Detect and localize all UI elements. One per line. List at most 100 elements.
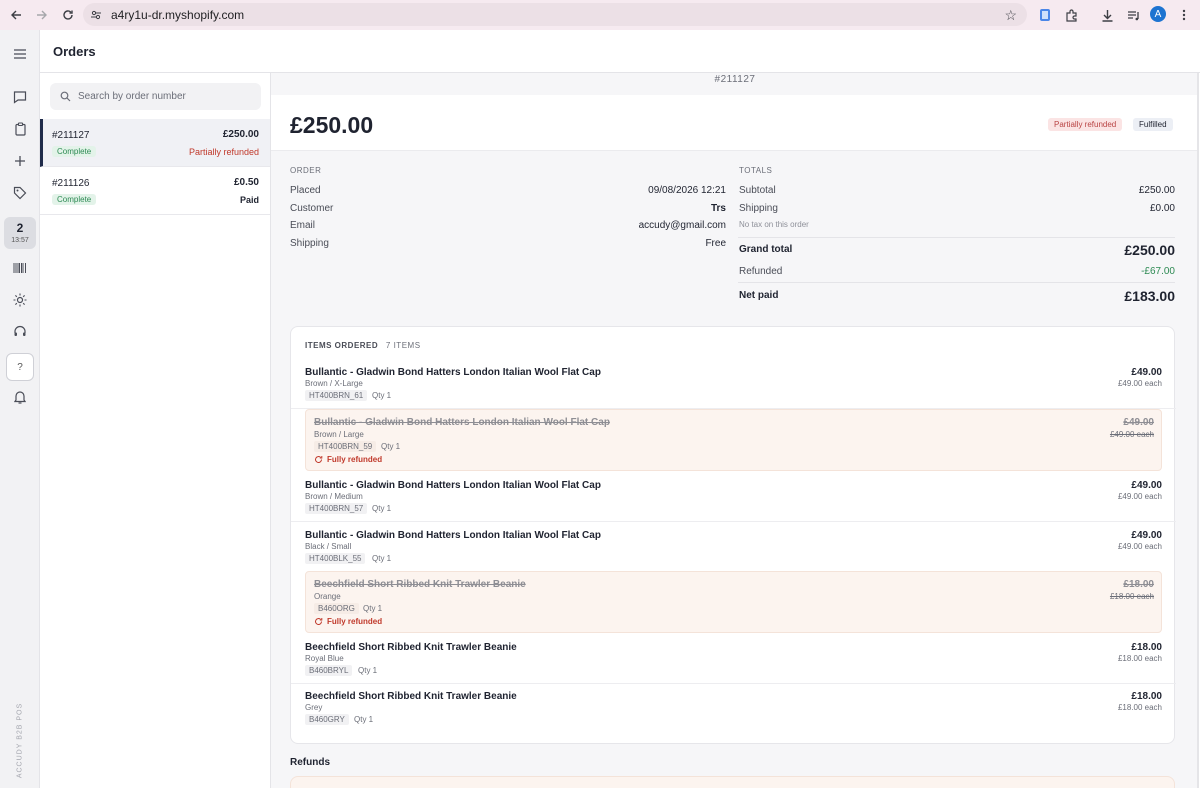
line-item[interactable]: Beechfield Short Ribbed Knit Trawler Bea… xyxy=(291,687,1176,733)
order-detail-panel[interactable]: #211127 £250.00 Partially refunded Fulfi… xyxy=(271,73,1199,788)
order-amount: £0.50 xyxy=(233,177,259,188)
order-summary-header: £250.00 Partially refunded Fulfilled xyxy=(271,95,1199,151)
item-unit-price: £49.00 each xyxy=(1117,492,1162,501)
page-header: Orders xyxy=(40,30,1200,73)
email-label: Email xyxy=(290,220,316,231)
totals-divider xyxy=(738,237,1175,238)
search-input[interactable] xyxy=(78,91,258,102)
refund-status-badge: Partially refunded xyxy=(1048,118,1123,131)
line-item[interactable]: Bullantic - Gladwin Bond Hatters London … xyxy=(291,526,1176,572)
order-number: #211126 xyxy=(52,178,90,189)
payment-status: Partially refunded xyxy=(188,147,259,157)
item-name: Bullantic - Gladwin Bond Hatters London … xyxy=(305,480,601,491)
order-number: #211127 xyxy=(52,130,90,141)
bell-icon[interactable] xyxy=(8,385,32,409)
customer-value: Trs xyxy=(710,203,726,214)
refunds-card xyxy=(290,776,1175,788)
payment-status: Paid xyxy=(239,195,259,205)
order-status-badge: Complete xyxy=(52,194,97,205)
item-name: Beechfield Short Ribbed Knit Trawler Bea… xyxy=(305,642,517,653)
item-price: £18.00 xyxy=(1131,642,1162,653)
refunded-value: -£67.00 xyxy=(1141,266,1175,277)
item-price: £18.00 xyxy=(1123,579,1154,590)
back-arrow-icon[interactable] xyxy=(5,4,27,26)
refunded-line-item[interactable]: Beechfield Short Ribbed Knit Trawler Bea… xyxy=(305,571,1162,633)
extension-icon[interactable] xyxy=(1034,4,1056,26)
line-item[interactable]: Bullantic - Gladwin Bond Hatters London … xyxy=(291,476,1176,522)
item-unit-price: £49.00 each xyxy=(1117,379,1162,388)
shipping-value: Free xyxy=(705,238,726,249)
item-sku: B460ORG xyxy=(314,603,359,614)
refund-icon xyxy=(315,456,323,463)
media-controls-icon[interactable] xyxy=(1122,4,1144,26)
download-icon[interactable] xyxy=(1096,4,1118,26)
refunded-line-item[interactable]: Bullantic - Gladwin Bond Hatters London … xyxy=(305,409,1162,471)
page-title: Orders xyxy=(53,44,96,59)
item-price: £49.00 xyxy=(1131,480,1162,491)
order-row[interactable]: #211126 £0.50 Complete Paid xyxy=(40,167,270,215)
items-ordered-title: ITEMS ORDERED 7 ITEMS xyxy=(305,341,421,350)
side-rail: 2 13:57 ? ACCUDY B2B POS xyxy=(0,30,40,788)
placed-value: 09/08/2026 12:21 xyxy=(648,185,726,196)
reload-icon[interactable] xyxy=(57,4,79,26)
item-qty: Qty 1 xyxy=(372,554,392,563)
totals-divider xyxy=(738,282,1175,283)
headset-icon[interactable] xyxy=(8,320,32,344)
sun-icon[interactable] xyxy=(8,288,32,312)
item-unit-price: £18.00 each xyxy=(1117,703,1162,712)
item-name: Bullantic - Gladwin Bond Hatters London … xyxy=(314,417,610,428)
address-bar[interactable]: a4ry1u-dr.myshopify.com ☆ xyxy=(83,3,1027,26)
more-menu-icon[interactable] xyxy=(1173,4,1195,26)
tax-note: No tax on this order xyxy=(739,220,809,229)
totals-shipping-value: £0.00 xyxy=(1149,203,1175,214)
item-price: £18.00 xyxy=(1131,691,1162,702)
plus-icon[interactable] xyxy=(8,149,32,173)
open-orders-badge[interactable]: 2 13:57 xyxy=(4,217,36,249)
grand-total-value: £250.00 xyxy=(1124,242,1175,258)
profile-avatar[interactable]: A xyxy=(1150,6,1166,22)
forward-arrow-icon[interactable] xyxy=(31,4,53,26)
item-price: £49.00 xyxy=(1123,417,1154,428)
barcode-icon[interactable] xyxy=(8,256,32,280)
shipping-label: Shipping xyxy=(290,238,329,249)
browser-toolbar: a4ry1u-dr.myshopify.com ☆ A xyxy=(0,0,1200,30)
item-variant: Royal Blue xyxy=(305,654,344,663)
refund-icon xyxy=(315,618,323,625)
order-total: £250.00 xyxy=(290,112,374,138)
order-section-label: ORDER xyxy=(290,166,322,175)
item-qty: Qty 1 xyxy=(381,442,401,451)
item-variant: Black / Small xyxy=(305,542,352,551)
subtotal-label: Subtotal xyxy=(739,185,776,196)
email-value: accudy@gmail.com xyxy=(638,220,726,231)
totals-section-label: TOTALS xyxy=(739,166,773,175)
item-qty: Qty 1 xyxy=(358,666,378,675)
brand-vertical-label: ACCUDY B2B POS xyxy=(16,702,24,779)
item-qty: Qty 1 xyxy=(354,715,374,724)
item-unit-price: £49.00 each xyxy=(1117,542,1162,551)
app-root: 2 13:57 ? ACCUDY B2B POS Orders Search b… xyxy=(0,30,1200,788)
items-ordered-card: ITEMS ORDERED 7 ITEMS Bullantic - Gladwi… xyxy=(290,326,1176,744)
help-button[interactable]: ? xyxy=(6,353,34,381)
item-name: Beechfield Short Ribbed Knit Trawler Bea… xyxy=(314,579,526,590)
detail-scrollbar[interactable] xyxy=(1197,73,1199,788)
site-info-icon[interactable] xyxy=(89,8,103,22)
line-item[interactable]: Beechfield Short Ribbed Knit Trawler Bea… xyxy=(291,638,1176,684)
puzzle-extensions-icon[interactable] xyxy=(1060,4,1082,26)
order-row[interactable]: #211127 £250.00 Complete Partially refun… xyxy=(40,119,270,167)
item-variant: Brown / Medium xyxy=(305,492,363,501)
customer-label: Customer xyxy=(290,203,334,214)
url-text: a4ry1u-dr.myshopify.com xyxy=(111,7,245,22)
line-item[interactable]: Bullantic - Gladwin Bond Hatters London … xyxy=(291,363,1176,409)
order-search[interactable] xyxy=(50,83,261,110)
fully-refunded-label: Fully refunded xyxy=(314,455,382,464)
chat-icon[interactable] xyxy=(8,85,32,109)
item-qty: Qty 1 xyxy=(372,391,392,400)
bookmark-star-icon[interactable]: ☆ xyxy=(1004,7,1017,24)
hamburger-menu-icon[interactable] xyxy=(8,42,32,66)
clipboard-icon[interactable] xyxy=(8,117,32,141)
tag-icon[interactable] xyxy=(8,181,32,205)
fully-refunded-label: Fully refunded xyxy=(314,617,382,626)
badge-time: 13:57 xyxy=(11,237,29,244)
fulfillment-status-badge: Fulfilled xyxy=(1133,118,1173,131)
item-price: £49.00 xyxy=(1131,530,1162,541)
